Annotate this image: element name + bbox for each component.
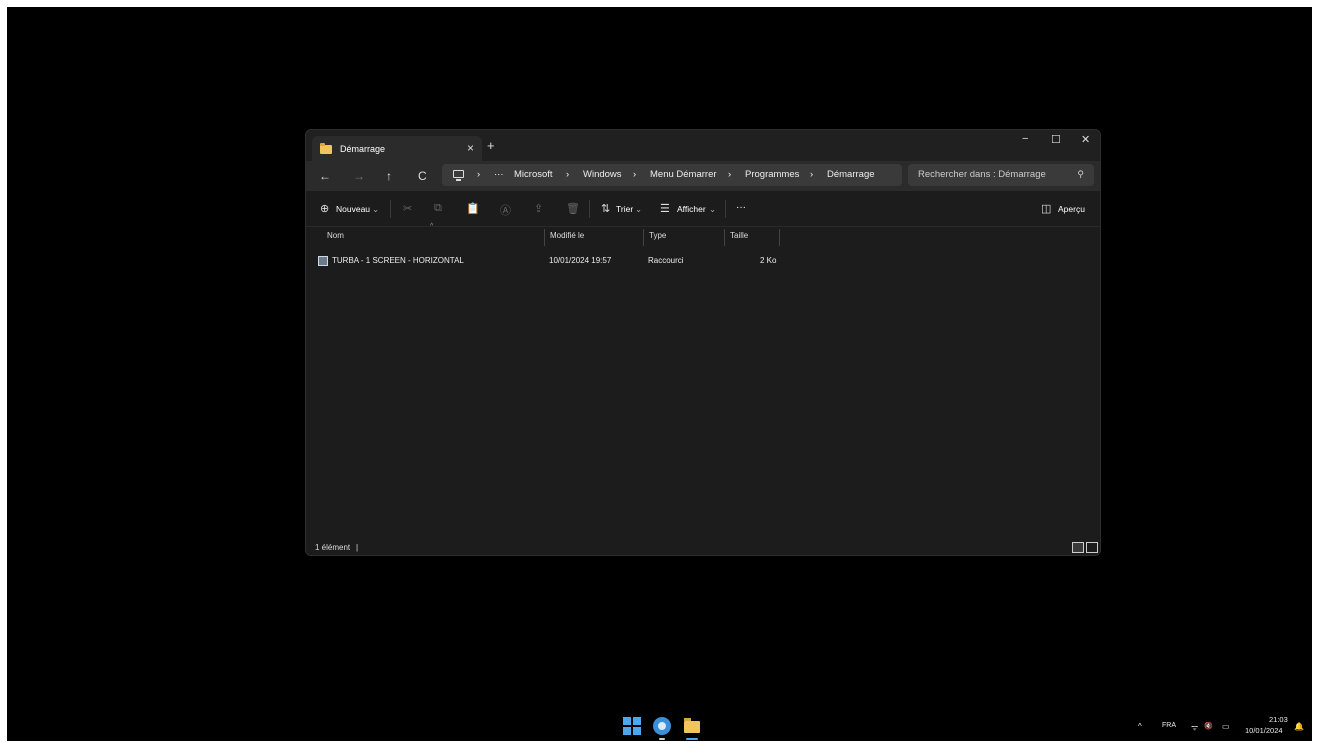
column-header-row: ^ Nom Modifié le Type Taille: [306, 223, 1100, 247]
sort-icon: ⇅: [601, 203, 611, 215]
clock-time[interactable]: 21:03: [1269, 715, 1288, 724]
item-count: 1 élément: [315, 543, 351, 552]
close-window-button[interactable]: ✕: [1081, 133, 1090, 146]
browser-taskbar-icon[interactable]: [653, 717, 671, 735]
command-bar: ⊕ Nouveau ⌄ ✂ ⧉ 📋 Ⓐ ⇪ 🗑 ⇅ Trier ⌄ ☰ Affi…: [306, 191, 1100, 227]
close-tab-icon[interactable]: ×: [467, 141, 474, 155]
battery-icon[interactable]: ▭: [1222, 722, 1230, 731]
breadcrumb-menu-demarrer[interactable]: Menu Démarrer: [650, 169, 717, 180]
sort-button[interactable]: Trier: [616, 204, 633, 214]
refresh-icon[interactable]: C: [418, 169, 427, 183]
column-divider[interactable]: [544, 229, 545, 246]
cut-icon[interactable]: ✂: [403, 202, 412, 215]
status-bar: 1 élément |: [306, 538, 1100, 555]
column-divider[interactable]: [779, 229, 780, 246]
view-button[interactable]: Afficher: [677, 204, 706, 214]
search-icon: ⚲: [1077, 169, 1084, 179]
volume-muted-icon[interactable]: 🔇: [1204, 722, 1213, 730]
breadcrumb-programmes[interactable]: Programmes: [745, 169, 799, 180]
breadcrumb-windows[interactable]: Windows: [583, 169, 622, 180]
separator: [589, 200, 590, 218]
breadcrumb-separator: ›: [633, 169, 637, 180]
breadcrumb-overflow[interactable]: ···: [494, 169, 504, 180]
new-tab-button[interactable]: +: [487, 138, 495, 153]
computer-icon: [453, 170, 464, 181]
chevron-up-icon[interactable]: ^: [1138, 722, 1142, 731]
running-indicator: [659, 738, 665, 740]
sort-indicator-icon: ^: [430, 223, 434, 230]
column-header-size[interactable]: Taille: [730, 231, 748, 240]
preview-pane-button[interactable]: Aperçu: [1058, 204, 1085, 214]
column-header-name[interactable]: Nom: [327, 231, 344, 240]
separator: [725, 200, 726, 218]
column-header-modified[interactable]: Modifié le: [550, 231, 584, 240]
view-icon: ☰: [660, 203, 670, 215]
column-header-type[interactable]: Type: [649, 231, 666, 240]
large-icons-view-button[interactable]: [1086, 542, 1098, 553]
breadcrumb-separator: ›: [566, 169, 570, 180]
share-icon[interactable]: ⇪: [534, 202, 543, 215]
file-explorer-taskbar-icon[interactable]: [683, 717, 701, 735]
start-button[interactable]: [623, 717, 641, 735]
up-arrow-icon[interactable]: ↑: [386, 169, 392, 183]
delete-icon[interactable]: 🗑: [566, 202, 580, 215]
file-size: 2 Ko: [760, 256, 777, 265]
title-bar: Démarrage × + − ☐ ✕: [306, 130, 1100, 162]
windows-logo-icon: [623, 717, 631, 725]
navigation-bar: ← → ↑ C › ··· Microsoft › Windows › Menu…: [306, 161, 1100, 191]
chevron-down-icon: ⌄: [372, 204, 380, 214]
more-options-button[interactable]: ···: [736, 202, 746, 213]
breadcrumb-demarrage[interactable]: Démarrage: [827, 169, 875, 180]
folder-icon: [320, 142, 332, 154]
column-divider[interactable]: [724, 229, 725, 246]
chevron-down-icon: ⌄: [635, 204, 643, 214]
breadcrumb-separator: ›: [810, 169, 814, 180]
details-view-button[interactable]: [1072, 542, 1084, 553]
preview-pane-icon: ◫: [1041, 203, 1052, 215]
notification-bell-icon[interactable]: 🔔: [1294, 722, 1304, 731]
search-input[interactable]: Rechercher dans : Démarrage ⚲: [908, 164, 1094, 186]
minimize-button[interactable]: −: [1022, 133, 1028, 145]
file-explorer-window: Démarrage × + − ☐ ✕ ← → ↑ C › ··· Micros…: [305, 129, 1101, 556]
column-divider[interactable]: [643, 229, 644, 246]
taskbar: ^ FRA ᯤ 🔇 ▭ 21:03 10/01/2024 🔔: [7, 713, 1312, 741]
status-separator: |: [356, 543, 359, 552]
shortcut-icon: [318, 256, 328, 266]
breadcrumb-microsoft[interactable]: Microsoft: [514, 169, 553, 180]
search-placeholder: Rechercher dans : Démarrage: [918, 169, 1046, 180]
language-indicator[interactable]: FRA: [1162, 722, 1176, 729]
forward-arrow-icon[interactable]: →: [353, 169, 365, 183]
new-button[interactable]: Nouveau: [336, 204, 370, 214]
separator: [390, 200, 391, 218]
clock-date[interactable]: 10/01/2024: [1245, 726, 1283, 735]
wifi-icon[interactable]: ᯤ: [1191, 722, 1198, 733]
breadcrumb-separator: ›: [477, 169, 481, 180]
rename-icon[interactable]: Ⓐ: [500, 202, 511, 218]
paste-icon[interactable]: 📋: [466, 202, 480, 215]
file-modified: 10/01/2024 19:57: [549, 256, 612, 265]
chevron-down-icon: ⌄: [709, 204, 717, 214]
maximize-button[interactable]: ☐: [1051, 133, 1061, 146]
new-icon: ⊕: [320, 203, 330, 215]
tab-label: Démarrage: [340, 144, 386, 154]
address-bar[interactable]: › ··· Microsoft › Windows › Menu Démarre…: [442, 164, 902, 186]
desktop: Démarrage × + − ☐ ✕ ← → ↑ C › ··· Micros…: [7, 7, 1312, 741]
copy-icon[interactable]: ⧉: [434, 202, 442, 215]
file-name: TURBA - 1 SCREEN - HORIZONTAL: [332, 256, 464, 265]
breadcrumb-separator: ›: [728, 169, 732, 180]
back-arrow-icon[interactable]: ←: [319, 169, 331, 183]
file-type: Raccourci: [648, 256, 684, 265]
active-indicator: [686, 738, 698, 740]
file-row[interactable]: TURBA - 1 SCREEN - HORIZONTAL 10/01/2024…: [314, 254, 784, 268]
folder-icon: [684, 718, 700, 733]
tab-demarrage[interactable]: Démarrage ×: [312, 136, 482, 162]
